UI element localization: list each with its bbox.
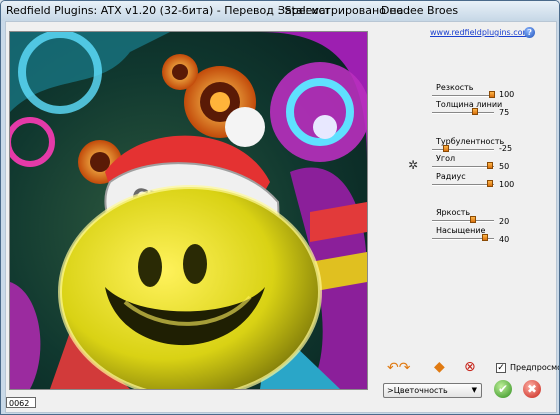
line-thickness-slider-thumb[interactable] bbox=[472, 108, 478, 115]
radius-slider-track[interactable] bbox=[432, 184, 494, 186]
sharpness-slider-thumb[interactable] bbox=[489, 91, 495, 98]
sharpness-slider-track[interactable] bbox=[432, 95, 494, 97]
turbulence-value: -25 bbox=[499, 144, 513, 153]
style-dropdown-value: >Цветочность bbox=[387, 386, 448, 395]
saturation-label: Насыщение bbox=[436, 226, 486, 235]
preview-image: CWER.RU bbox=[9, 31, 368, 390]
chevron-down-icon: ▼ bbox=[471, 386, 477, 394]
reset-icon[interactable]: ⊗ bbox=[464, 360, 476, 374]
angle-slider-track[interactable] bbox=[432, 166, 494, 168]
title-bar: Redfield Plugins: ATX v1.20 (32-бита) - … bbox=[1, 1, 559, 21]
brightness-slider-track[interactable] bbox=[432, 220, 494, 222]
cancel-icon: ✖ bbox=[526, 382, 538, 396]
website-link[interactable]: www.redfieldplugins.com bbox=[430, 28, 530, 37]
saturation-value: 40 bbox=[499, 235, 510, 244]
angle-value: 50 bbox=[499, 162, 510, 171]
line-thickness-label: Толщина линии bbox=[436, 100, 503, 109]
registered-user: Deedee Broes bbox=[381, 4, 459, 17]
cancel-button[interactable]: ✖ bbox=[523, 380, 541, 398]
preview-checkbox-label: Предпросмотр bbox=[510, 363, 559, 372]
turbulence-slider-track[interactable] bbox=[432, 149, 494, 151]
angle-slider-thumb[interactable] bbox=[487, 162, 493, 169]
radius-slider-thumb[interactable] bbox=[487, 180, 493, 187]
radius-label: Радиус bbox=[436, 172, 466, 181]
turbulence-slider-thumb[interactable] bbox=[443, 145, 449, 152]
brightness-slider-thumb[interactable] bbox=[470, 216, 476, 223]
gear-icon[interactable]: ✲ bbox=[408, 159, 418, 171]
sharpness-label: Резкость bbox=[436, 83, 474, 92]
arrows-icon[interactable]: ↶↷ bbox=[387, 361, 410, 375]
plugin-window: Redfield Plugins: ATX v1.20 (32-бита) - … bbox=[0, 0, 560, 415]
brightness-value: 20 bbox=[499, 217, 510, 226]
ok-button[interactable]: ✔ bbox=[494, 380, 512, 398]
status-counter: 0062 bbox=[6, 397, 36, 408]
radius-value: 100 bbox=[499, 180, 515, 189]
saturation-slider-thumb[interactable] bbox=[482, 234, 488, 241]
angle-label: Угол bbox=[436, 154, 456, 163]
check-icon: ✔ bbox=[497, 382, 509, 396]
dialog-client: CWER.RU www.redfieldplugins.com ? Резкос… bbox=[5, 21, 559, 413]
preview-checkbox[interactable]: ✓ bbox=[496, 363, 506, 373]
line-thickness-value: 75 bbox=[499, 108, 510, 117]
style-dropdown[interactable]: >Цветочность ▼ bbox=[383, 383, 482, 398]
sharpness-value: 100 bbox=[499, 90, 515, 99]
line-thickness-slider-track[interactable] bbox=[432, 112, 494, 114]
diamond-icon[interactable]: ◆ bbox=[434, 360, 445, 374]
preview-artwork: CWER.RU bbox=[10, 32, 367, 389]
brightness-label: Яркость bbox=[436, 208, 471, 217]
help-icon[interactable]: ? bbox=[524, 27, 535, 38]
